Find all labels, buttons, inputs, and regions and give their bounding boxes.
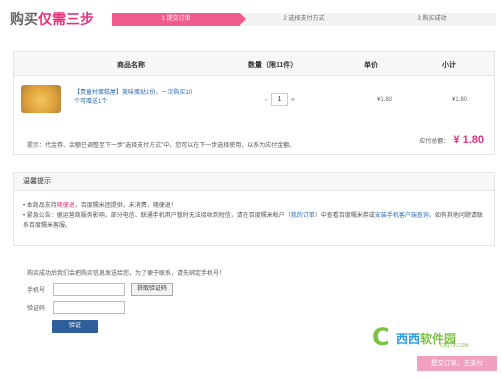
step-label: 2 选择支付方式 <box>283 16 325 22</box>
refund-highlight: 随便退 <box>56 203 75 209</box>
total-label: 应付总额： <box>419 139 450 145</box>
tip-text: ）中查看百度糯米券或 <box>314 213 375 219</box>
column-unit-price: 单价 <box>364 62 378 69</box>
table-row: 【贵童村蛋糕屋】美味蛋挞1份，一次购买10个可赠送1个 - 1 + ¥1.80 … <box>14 76 494 126</box>
quantity-increase-button[interactable]: + <box>288 93 298 106</box>
step-arrow-icon <box>368 13 374 25</box>
step-purchase-success: 3 购买成功 <box>368 13 496 26</box>
tip-announcement: • 紧急公告：据运营商服务影响，部分电信、联通手机用户暂时无法接收到短信，请在百… <box>23 211 485 231</box>
verify-button[interactable]: 验证 <box>52 320 98 333</box>
order-total: 应付总额： ¥ 1.80 <box>419 134 484 146</box>
quantity-stepper: - 1 + <box>261 93 298 106</box>
phone-label: 手机号 <box>27 288 46 294</box>
tip-text: • 本商品支持 <box>23 203 57 209</box>
get-code-button[interactable]: 获取验证码 <box>131 283 174 296</box>
column-quantity: 数量（限11件） <box>248 62 298 69</box>
logo-sub: CR173.COM <box>440 343 469 349</box>
total-amount: ¥ 1.80 <box>453 134 484 146</box>
step-label: 3 购买成功 <box>417 16 447 22</box>
logo-text-1: 西西 <box>396 332 421 346</box>
quantity-input[interactable]: 1 <box>271 93 288 106</box>
install-app-link[interactable]: 安装手机客户端查询 <box>375 213 429 219</box>
product-thumbnail[interactable] <box>21 85 61 113</box>
step-submit-order: 1 提交订单 <box>112 13 246 26</box>
phone-input[interactable] <box>53 283 125 296</box>
product-name-link[interactable]: 【贵童村蛋糕屋】美味蛋挞1份，一次购买10个可赠送1个 <box>74 89 196 107</box>
step-progress: 1 提交订单 2 选择支付方式 3 购买成功 <box>112 13 496 26</box>
phone-row: 手机号 获取验证码 <box>27 283 174 296</box>
step-select-payment: 2 选择支付方式 <box>240 13 374 26</box>
page-header: 购买仅需三步 1 提交订单 2 选择支付方式 3 购买成功 <box>0 0 502 30</box>
warm-tips-panel: 温馨提示 • 本商品支持随便退，百度糯米团提供，未消费，随便退！ • 紧急公告：… <box>13 172 495 246</box>
my-orders-link[interactable]: 我的订单 <box>291 213 315 219</box>
subtotal: ¥1.80 <box>452 97 468 103</box>
page-title: 购买仅需三步 <box>10 9 94 29</box>
step-arrow-icon <box>240 13 246 25</box>
quantity-decrease-button[interactable]: - <box>261 93 271 106</box>
code-label: 验证码 <box>27 306 46 312</box>
voucher-tip: 提示：代金券、余额已调整至下一步"选择支付方式"中，您可以在下一步选择使用，以系… <box>27 143 296 149</box>
warm-tips-body: • 本商品支持随便退，百度糯米团提供，未消费，随便退！ • 紧急公告：据运营商服… <box>23 201 485 231</box>
submit-order-button[interactable]: 提交订单，去支付 <box>417 356 497 371</box>
title-part1: 购买 <box>10 11 38 27</box>
column-subtotal: 小计 <box>442 62 456 69</box>
logo-c: C <box>372 323 390 351</box>
unit-price: ¥1.80 <box>377 97 393 103</box>
code-row: 验证码 <box>27 301 125 314</box>
tip-text: ，百度糯米团提供，未消费，随便退！ <box>74 203 177 209</box>
code-input[interactable] <box>53 301 125 314</box>
watermark-logo: C 西西软件园 CR173.COM <box>372 325 498 353</box>
tip-refund: • 本商品支持随便退，百度糯米团提供，未消费，随便退！ <box>23 201 485 211</box>
column-product-name: 商品名称 <box>117 62 145 69</box>
table-header: 商品名称 数量（限11件） 单价 小计 <box>14 52 494 76</box>
step-label: 1 提交订单 <box>161 16 191 22</box>
title-part2: 仅需三步 <box>38 11 94 27</box>
tip-text: • 紧急公告：据运营商服务影响，部分电信、联通手机用户暂时无法接收到短信，请在百… <box>23 213 291 219</box>
order-table: 商品名称 数量（限11件） 单价 小计 【贵童村蛋糕屋】美味蛋挞1份，一次购买1… <box>13 51 495 155</box>
warm-tips-heading: 温馨提示 <box>14 173 494 191</box>
bind-phone-form: 购买成功后我们会把购买信息发送给您，为了便于联系，请先绑定手机号！ 手机号 获取… <box>27 268 347 333</box>
bind-phone-tip: 购买成功后我们会把购买信息发送给您，为了便于联系，请先绑定手机号！ <box>27 271 226 277</box>
